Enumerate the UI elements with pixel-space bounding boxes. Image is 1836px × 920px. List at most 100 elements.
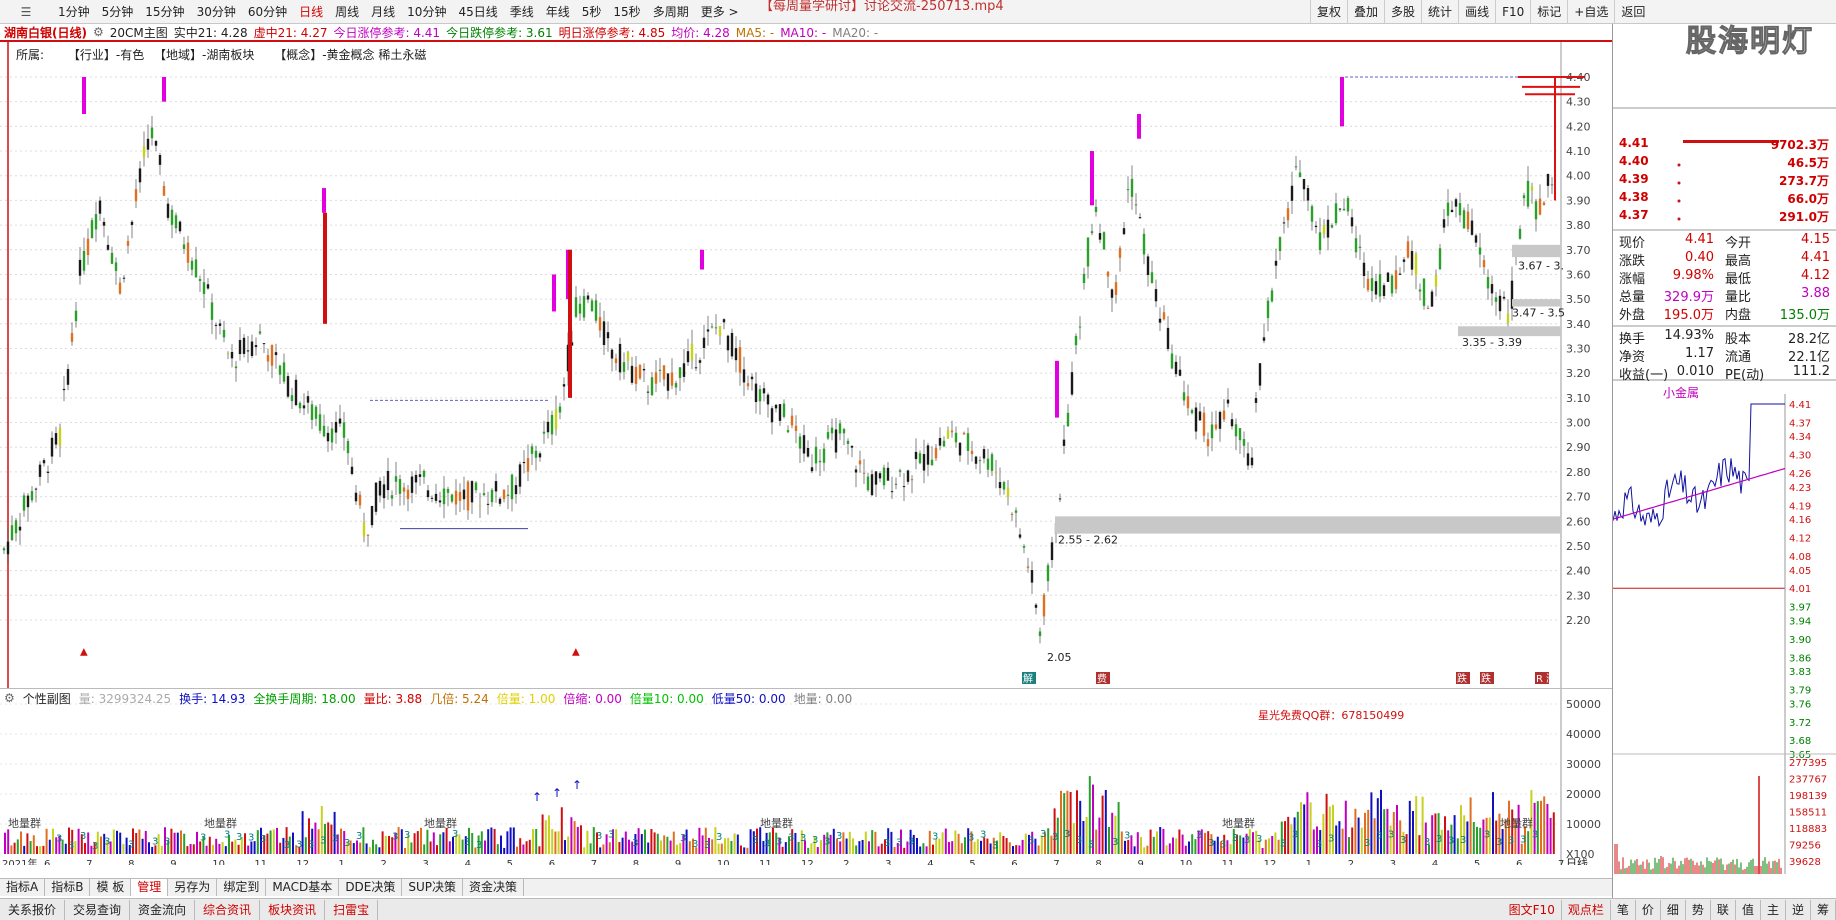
tool-button[interactable]: 统计 <box>1421 0 1458 24</box>
volume-bar <box>23 845 26 854</box>
intraday-tag[interactable]: 小金属 <box>1663 384 1699 401</box>
panel-tab[interactable]: 逆 <box>1786 899 1811 920</box>
volume-bar <box>378 847 381 854</box>
sector-concept[interactable]: 【概念】-黄金概念 稀土永磁 <box>274 48 426 62</box>
indicator-tab[interactable]: MACD基本 <box>266 879 340 896</box>
bottom-tab[interactable]: 交易查询 <box>65 899 131 920</box>
candle-body <box>1446 202 1450 216</box>
volume-bar <box>624 831 627 854</box>
candle-body <box>1198 411 1202 421</box>
app-menu-icon[interactable]: ☰ <box>0 0 52 24</box>
intraday-price-tick: 4.05 <box>1789 566 1811 577</box>
tool-button[interactable]: 叠加 <box>1347 0 1384 24</box>
indicator-tab[interactable]: 指标A <box>0 879 46 896</box>
candles <box>2 115 1554 644</box>
indicator-tab[interactable]: 另存为 <box>168 879 218 896</box>
panel-tab[interactable]: 价 <box>1636 899 1661 920</box>
settings-icon[interactable]: ⚙ <box>93 25 104 39</box>
sector-region[interactable]: 【地域】-湖南板块 <box>154 48 254 62</box>
indicator-name[interactable]: 20CM主图 <box>110 24 168 41</box>
tool-button[interactable]: 多股 <box>1384 0 1421 24</box>
volume-chart[interactable]: 5000040000300002000010000X100星光免费QQ群：678… <box>0 689 1612 870</box>
period-tab[interactable]: 15分钟 <box>139 3 190 20</box>
y-tick-label: 2.60 <box>1566 515 1591 528</box>
volume-bar <box>1143 847 1146 854</box>
indicator-tab[interactable]: SUP决策 <box>402 879 464 896</box>
period-tab[interactable]: 多周期 <box>647 3 695 20</box>
indicator-tab[interactable]: 管理 <box>131 879 169 896</box>
period-tab[interactable]: 5分钟 <box>96 3 140 20</box>
panel-tab[interactable]: 细 <box>1661 899 1686 920</box>
bottom-tab[interactable]: 综合资讯 <box>195 899 261 920</box>
stock-name[interactable]: 湖南白银(日线) <box>4 24 87 41</box>
period-tab[interactable]: 更多 > <box>695 3 745 20</box>
bottom-tabs: 关系报价 交易查询 资金流向 综合资讯 板块资讯 扫雷宝 图文F10 观点栏笔价细势联值主逆筹 <box>0 898 1836 920</box>
period-tab[interactable]: 月线 <box>365 3 401 20</box>
sector-industry[interactable]: 【行业】-有色 <box>68 48 144 62</box>
panel-tab[interactable]: 图文F10 <box>1503 899 1562 920</box>
period-tab[interactable]: 季线 <box>504 3 540 20</box>
candle-body <box>434 493 438 501</box>
indicator-tab[interactable]: DDE决策 <box>339 879 403 896</box>
tool-button[interactable]: 返回 <box>1614 0 1651 24</box>
period-tab[interactable]: 周线 <box>329 3 365 20</box>
indicator-tab[interactable]: 绑定到 <box>217 879 267 896</box>
volume-bar <box>1152 836 1155 854</box>
candle-body <box>1034 604 1038 608</box>
main-chart[interactable]: 4.40 4.30 4.20 4.10 4.00 3.90 3.80 3.70 3.60 3.50… <box>0 42 1612 688</box>
tool-button[interactable]: 复权 <box>1310 0 1347 24</box>
indicator-tab[interactable]: 模 板 <box>90 879 132 896</box>
order-book-row[interactable]: 4.40 46.5万 <box>1619 154 1831 172</box>
order-book-row[interactable]: 4.39 273.7万 <box>1619 172 1831 190</box>
tool-button[interactable]: F10 <box>1495 0 1530 24</box>
count-marker: 3 <box>812 835 818 846</box>
period-tab[interactable]: 45日线 <box>452 3 503 20</box>
candle-body <box>178 221 182 232</box>
period-tab[interactable]: 30分钟 <box>191 3 242 20</box>
bottom-tab[interactable]: 资金流向 <box>130 899 196 920</box>
volume-bar <box>1184 845 1187 854</box>
panel-tab[interactable]: 值 <box>1736 899 1761 920</box>
period-tab[interactable]: 1分钟 <box>52 3 96 20</box>
sub-chart-title[interactable]: 个性副图 <box>23 690 71 707</box>
tool-button[interactable]: 画线 <box>1458 0 1495 24</box>
volume-bar <box>669 840 672 854</box>
panel-tab[interactable]: 观点栏 <box>1562 899 1611 920</box>
period-tab[interactable]: 日线 <box>293 3 329 20</box>
y-tick-label: 2.70 <box>1566 491 1591 504</box>
panel-tab[interactable]: 笔 <box>1611 899 1636 920</box>
sub-chart[interactable]: ⚙ 个性副图 量: 3299324.25 换手: 14.93 全换手周期: 18.0… <box>0 688 1612 870</box>
tool-button[interactable]: +自选 <box>1567 0 1614 24</box>
tool-button[interactable]: 标记 <box>1530 0 1567 24</box>
intraday-price-tick: 3.83 <box>1789 667 1811 678</box>
panel-tab[interactable]: 势 <box>1686 899 1711 920</box>
candle-body <box>1058 498 1062 500</box>
candlestick-chart[interactable]: 4.404.304.204.104.003.903.803.703.603.50… <box>0 42 1612 688</box>
candle-body <box>710 326 714 328</box>
candle-body <box>890 491 894 493</box>
period-tab[interactable]: 15秒 <box>607 3 646 20</box>
order-book-row[interactable]: 4.41 9702.3万 <box>1619 136 1831 154</box>
panel-tab[interactable]: 联 <box>1711 899 1736 920</box>
intraday-vol-tick: 277395 <box>1789 758 1827 769</box>
candle-body <box>330 428 334 443</box>
period-tab[interactable]: 年线 <box>540 3 576 20</box>
candle-body <box>1314 225 1318 228</box>
indicator-tab[interactable]: 指标B <box>45 879 91 896</box>
panel-tab[interactable]: 筹 <box>1811 899 1836 920</box>
candle-body <box>918 453 922 464</box>
bottom-tab[interactable]: 板块资讯 <box>260 899 326 920</box>
candle-body <box>1330 225 1334 228</box>
period-tab[interactable]: 5秒 <box>576 3 608 20</box>
stat-value: 14.93% <box>1664 328 1714 343</box>
bottom-tab[interactable]: 关系报价 <box>0 899 66 920</box>
sub-settings-icon[interactable]: ⚙ <box>4 691 15 705</box>
order-book-row[interactable]: 4.37 291.0万 <box>1619 208 1831 226</box>
indicator-tab[interactable]: 资金决策 <box>463 879 525 896</box>
period-tab[interactable]: 10分钟 <box>401 3 452 20</box>
panel-tab[interactable]: 主 <box>1761 899 1786 920</box>
volume-bar <box>538 846 541 854</box>
bottom-tab[interactable]: 扫雷宝 <box>325 899 379 920</box>
order-book-row[interactable]: 4.38 66.0万 <box>1619 190 1831 208</box>
period-tab[interactable]: 60分钟 <box>242 3 293 20</box>
